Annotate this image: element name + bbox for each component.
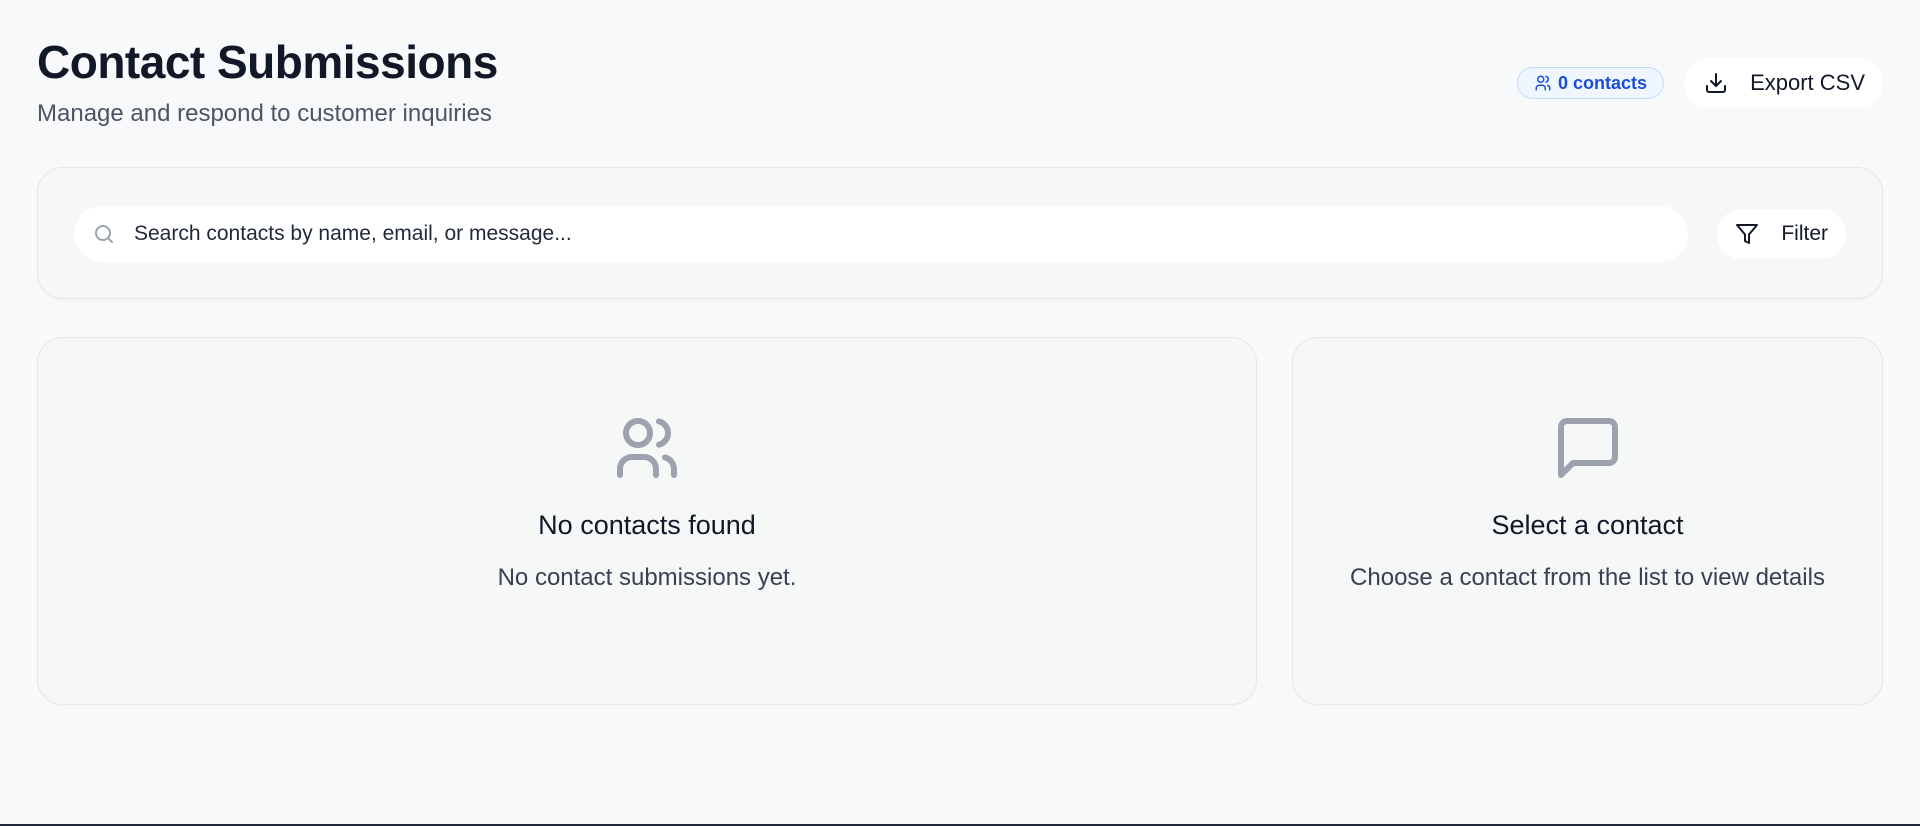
search-panel: Filter [37,167,1883,299]
users-icon [1534,74,1552,92]
search-input[interactable] [132,221,1688,247]
download-icon [1704,71,1728,95]
contact-detail-panel: Select a contact Choose a contact from t… [1292,337,1883,705]
empty-list-title: No contacts found [538,510,756,540]
filter-label: Filter [1781,222,1828,245]
search-icon [92,222,116,246]
page-title: Contact Submissions [37,36,498,88]
header-actions: 0 contacts Export CSV [1517,58,1883,108]
page-subtitle: Manage and respond to customer inquiries [37,100,492,127]
page-header: Contact Submissions Manage and respond t… [37,36,1883,136]
users-icon [611,412,683,484]
empty-detail-text: Choose a contact from the list to view d… [1350,564,1825,591]
empty-detail-title: Select a contact [1491,510,1684,540]
contact-count-badge: 0 contacts [1517,67,1665,99]
message-square-icon [1552,412,1624,484]
contact-count-text: 0 contacts [1558,72,1648,93]
export-csv-label: Export CSV [1750,70,1865,95]
filter-button[interactable]: Filter [1717,209,1846,259]
contact-list-panel: No contacts found No contact submissions… [37,337,1257,705]
search-box[interactable] [74,206,1688,262]
filter-icon [1735,222,1759,246]
export-csv-button[interactable]: Export CSV [1684,58,1883,108]
empty-list-text: No contact submissions yet. [497,564,797,591]
